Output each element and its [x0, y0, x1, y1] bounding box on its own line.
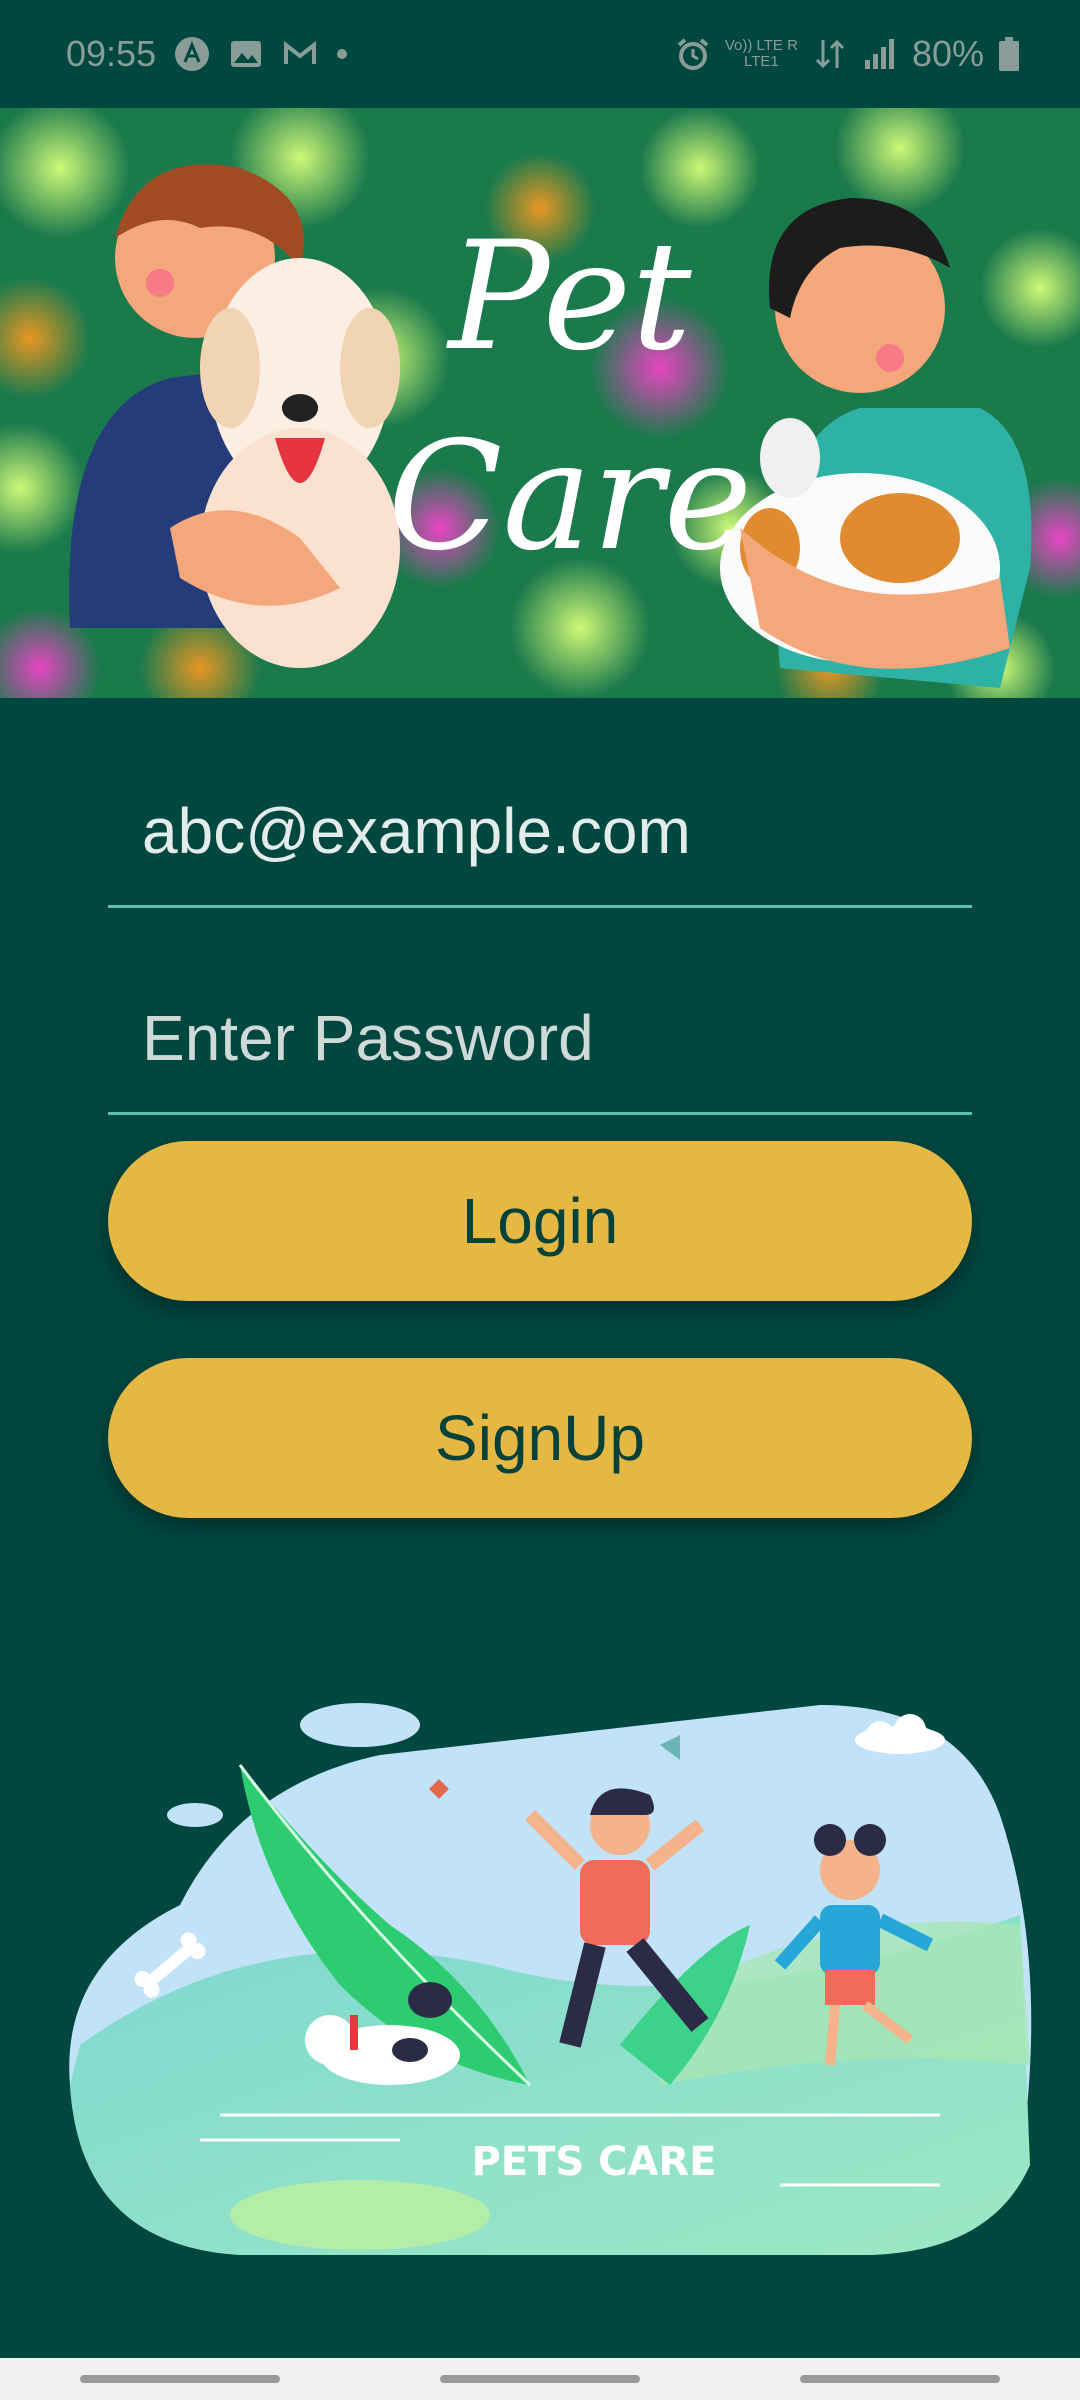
- password-input[interactable]: [140, 1000, 944, 1076]
- alarm-icon: [677, 38, 709, 70]
- data-arrows-icon: [815, 39, 844, 69]
- nav-recents-handle[interactable]: [800, 2375, 1000, 2383]
- dot-icon: [337, 49, 348, 59]
- nav-home-handle[interactable]: [440, 2375, 640, 2383]
- network-label: Vo)) LTE R LTE1: [724, 37, 798, 70]
- battery-percent: 80%: [911, 33, 984, 74]
- login-button[interactable]: Login: [108, 1141, 972, 1301]
- banner-title-line1: Pet: [445, 210, 692, 384]
- battery-icon: [999, 37, 1019, 71]
- email-field-container: [108, 768, 972, 908]
- navigation-bar: [0, 2358, 1080, 2400]
- status-bar: 09:55 Vo)) LTE R LTE1 80%: [0, 0, 1080, 108]
- nav-back-handle[interactable]: [80, 2375, 280, 2383]
- password-field-container: [108, 975, 972, 1115]
- image-icon: [231, 41, 262, 67]
- illustration-caption: PETS CARE: [471, 2139, 716, 2185]
- gmail-icon: [284, 40, 317, 64]
- app-a-icon: [175, 37, 210, 71]
- signup-button[interactable]: SignUp: [108, 1358, 972, 1518]
- status-time: 09:55: [66, 33, 157, 74]
- pets-care-illustration: PETS CARE: [60, 1665, 1045, 2285]
- pet-care-banner: Pet Care: [0, 108, 1080, 698]
- banner-title-line2: Care: [388, 410, 753, 584]
- signal-icon: [864, 39, 894, 69]
- email-input[interactable]: [140, 793, 944, 869]
